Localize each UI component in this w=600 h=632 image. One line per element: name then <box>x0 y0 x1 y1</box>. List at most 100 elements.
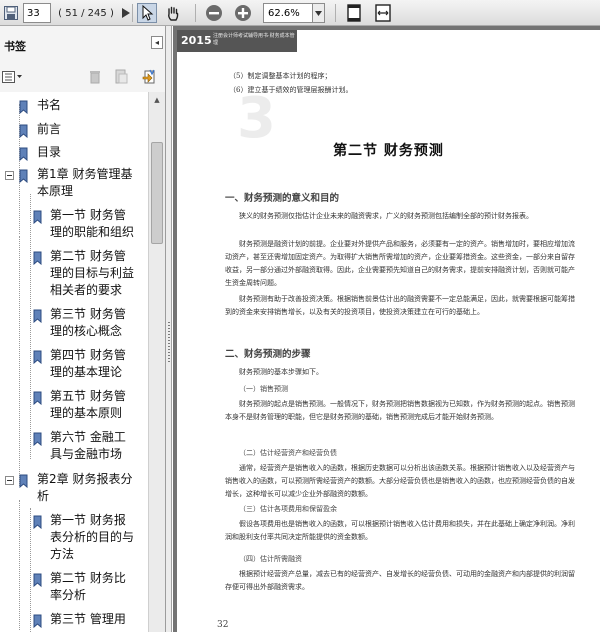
bookmark-icon <box>33 431 44 447</box>
bookmark-icon <box>33 514 44 530</box>
save-icon[interactable] <box>2 3 20 23</box>
bookmark-chapter-1[interactable]: 第1章 财务管理基 本原理 <box>0 166 148 202</box>
text-line: 财务预测的基本步骤如下。 <box>239 368 323 376</box>
bookmark-icon <box>33 613 44 629</box>
bookmark-chapter-2[interactable]: 第2章 财务报表分 析 <box>0 471 148 507</box>
bookmark-scrollbar[interactable]: ▲ <box>148 92 165 632</box>
subheading: （三）估计各项费用和保留盈余 <box>239 505 337 513</box>
scrollbar-thumb[interactable] <box>151 142 163 244</box>
page-header-banner: 2015 注册会计师考试辅导用书·财务成本管理 <box>177 30 297 52</box>
expand-bookmark-icon[interactable] <box>141 69 157 85</box>
panel-splitter[interactable] <box>166 26 172 632</box>
bookmark-item[interactable]: 目录 <box>0 144 148 162</box>
scroll-up-icon[interactable]: ▲ <box>151 94 163 106</box>
bookmark-icon <box>33 209 44 225</box>
heading-steps: 二、财务预测的步骤 <box>225 349 311 360</box>
bookmark-label: 理的基本原则 <box>50 406 123 420</box>
bookmark-label: 率分析 <box>50 588 87 602</box>
collapse-node-icon[interactable] <box>5 476 14 485</box>
bookmark-item[interactable]: 第一节 财务管 理的职能和组织 <box>0 207 148 243</box>
paragraph: 假设各项费用也是销售收入的函数，可以根据预计销售收入估计费用和损失，并在此基础上… <box>225 520 575 541</box>
bookmark-label: 方法 <box>50 547 75 561</box>
toolbar-divider <box>132 4 133 22</box>
paragraph: 根据预计经营资产总量，减去已有的经营资产、自发增长的经营负债、可动用的金融资产和… <box>225 570 575 591</box>
options-icon <box>2 70 22 83</box>
bookmark-icon <box>33 572 44 588</box>
new-bookmark-icon[interactable] <box>113 69 129 85</box>
zoom-dropdown-button[interactable] <box>313 3 325 23</box>
bookmark-icon <box>33 250 44 266</box>
bookmark-item[interactable]: 前言 <box>0 121 148 139</box>
bookmark-icon <box>19 146 30 162</box>
bookmark-icon <box>19 473 30 489</box>
bookmark-item[interactable]: 第四节 财务管 理的基本理论 <box>0 347 148 383</box>
bookmark-label: 第一节 财务管 <box>50 208 126 222</box>
bookmark-label: 本原理 <box>37 184 74 198</box>
toolbar: 33 ( 51 / 245 ) 62.6% <box>0 0 600 26</box>
bookmark-label: 书名 <box>37 98 62 112</box>
bookmark-label: 第三节 管理用 <box>50 612 126 626</box>
panel-header: 书签 ◂ <box>0 34 166 56</box>
fit-width-icon[interactable] <box>372 3 394 23</box>
bookmark-icon <box>19 168 30 184</box>
heading-meaning: 一、财务预测的意义和目的 <box>225 193 340 204</box>
bookmark-item[interactable]: 第五节 财务管 理的基本原则 <box>0 388 148 424</box>
bookmark-label: 第三节 财务管 <box>50 307 126 321</box>
zoom-level-value: 62.6% <box>268 7 300 19</box>
bookmark-label: 第四节 财务管 <box>50 348 126 362</box>
bookmark-label: 理的目标与利益 <box>50 266 135 280</box>
page-number: 32 <box>217 620 229 630</box>
bookmark-label: 第二节 财务比 <box>50 571 126 585</box>
bookmark-item[interactable]: 第六节 金融工 具与金融市场 <box>0 429 148 465</box>
section-title: 第二节 财务预测 <box>333 143 444 159</box>
page-number-value: 33 <box>27 7 40 19</box>
bookmark-label: 析 <box>37 489 50 503</box>
panel-title: 书签 <box>4 40 26 53</box>
bookmark-item[interactable]: 第一节 财务报 表分析的目的与 方法 <box>0 512 148 565</box>
bookmark-icon <box>33 349 44 365</box>
bookmark-label: 第一节 财务报 <box>50 513 126 527</box>
bookmark-item[interactable]: 第三节 财务管 理的核心概念 <box>0 306 148 342</box>
collapse-node-icon[interactable] <box>5 171 14 180</box>
text-line: （5）制定调整基本计划的程序； <box>229 72 332 80</box>
bookmark-item[interactable]: 书名 <box>0 97 148 115</box>
hand-tool-icon[interactable] <box>162 3 184 23</box>
bookmark-label: 第二节 财务管 <box>50 249 126 263</box>
bookmark-label: 第五节 财务管 <box>50 389 126 403</box>
bookmark-label: 具与金融市场 <box>50 447 123 461</box>
options-menu-button[interactable] <box>2 69 24 84</box>
bookmark-label: 第六节 金融工 <box>50 430 126 444</box>
delete-bookmark-icon[interactable] <box>88 69 104 85</box>
paragraph: 通常，经营资产是销售收入的函数，根据历史数据可以分析出该函数关系。根据预计销售收… <box>225 464 575 498</box>
document-view[interactable]: 2015 注册会计师考试辅导用书·财务成本管理 （5）制定调整基本计划的程序； … <box>173 26 600 632</box>
bookmark-label: 表分析的目的与 <box>50 530 135 544</box>
pdf-page: 2015 注册会计师考试辅导用书·财务成本管理 （5）制定调整基本计划的程序； … <box>177 30 600 632</box>
banner-year: 2015 <box>181 34 212 47</box>
select-tool-icon[interactable] <box>137 3 157 23</box>
bookmark-label: 理的核心概念 <box>50 324 123 338</box>
collapse-panel-button[interactable]: ◂ <box>151 36 163 49</box>
bookmark-label: 第2章 财务报表分 <box>37 472 133 486</box>
bookmark-item[interactable]: 第三节 管理用 <box>0 611 148 632</box>
subheading: （二）估计经营资产和经营负债 <box>239 449 337 457</box>
bookmark-label: 目录 <box>37 145 62 159</box>
bookmarks-panel: 书签 ◂ 书名 前言 目录 第1章 财务管理基 本原理 第一节 财务管 理的职能… <box>0 26 166 632</box>
bookmark-toolbar <box>0 66 166 88</box>
chevron-down-icon <box>315 10 322 16</box>
zoom-out-icon[interactable] <box>203 3 225 23</box>
page-number-input[interactable]: 33 <box>23 3 51 23</box>
subheading: （一）销售预测 <box>239 385 288 393</box>
bookmark-icon <box>19 123 30 139</box>
bookmark-item[interactable]: 第二节 财务管 理的目标与利益 相关者的要求 <box>0 248 148 301</box>
fit-page-icon[interactable] <box>343 3 365 23</box>
paragraph: 狭义的财务预测仅指估计企业未来的融资需求，广义的财务预测包括编制全部的预计财务报… <box>239 212 533 220</box>
subheading: （四）估计所需融资 <box>239 555 302 563</box>
zoom-in-icon[interactable] <box>232 3 254 23</box>
bookmark-icon <box>19 99 30 115</box>
bookmark-tree: 书名 前言 目录 第1章 财务管理基 本原理 第一节 财务管 理的职能和组织 第… <box>0 92 148 632</box>
zoom-level-input[interactable]: 62.6% <box>263 3 313 23</box>
bookmark-label: 前言 <box>37 122 62 136</box>
bookmark-item[interactable]: 第二节 财务比 率分析 <box>0 570 148 606</box>
page-count: ( 51 / 245 ) <box>58 7 114 19</box>
paragraph: 财务预测是融资计划的前提。企业要对外提供产品和服务，必须要有一定的资产。销售增加… <box>225 240 575 287</box>
